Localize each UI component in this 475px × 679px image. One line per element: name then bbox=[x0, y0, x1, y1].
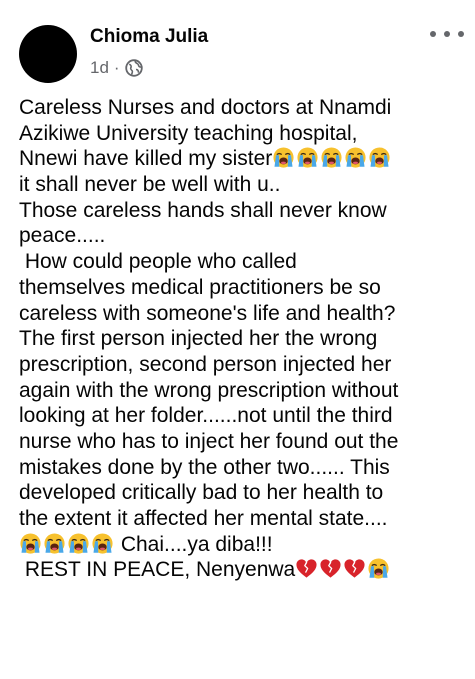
more-dot bbox=[430, 31, 436, 37]
crying-face-emoji bbox=[272, 146, 295, 169]
post-line-text: Nnewi have killed my sister bbox=[19, 147, 273, 171]
broken-heart-emoji bbox=[319, 557, 342, 580]
broken-heart-emoji bbox=[295, 557, 318, 580]
crying-face-emoji bbox=[344, 146, 367, 169]
author-name[interactable]: Chioma Julia bbox=[90, 25, 208, 49]
crying-face-emoji bbox=[67, 532, 90, 555]
post-line: themselves medical practitioners be so bbox=[19, 275, 381, 299]
post-line: Careless Nurses and doctors at Nnamdi bbox=[19, 96, 392, 119]
post-line: looking at her folder......not until the… bbox=[19, 404, 393, 428]
post-body: Careless Nurses and doctors at Nnamdi Az… bbox=[19, 95, 467, 583]
crying-face-emoji bbox=[43, 532, 66, 555]
post-line: Nnewi have killed my sister bbox=[19, 146, 467, 172]
post-meta: 1d · bbox=[90, 56, 143, 80]
avatar[interactable] bbox=[19, 25, 77, 83]
post-line: developed critically bad to her health t… bbox=[19, 481, 384, 505]
post-line: Those careless hands shall never know bbox=[19, 198, 387, 222]
post-line: mistakes done by the other two...... Thi… bbox=[19, 455, 390, 479]
post-line-text: Chai....ya diba!!! bbox=[115, 532, 273, 556]
post-line-text: REST IN PEACE, Nenyenwa bbox=[19, 558, 296, 582]
post-line: The first person injected her the wrong bbox=[19, 327, 378, 351]
crying-face-emoji bbox=[320, 146, 343, 169]
crying-face-emoji bbox=[91, 532, 114, 555]
crying-face-emoji bbox=[368, 146, 391, 169]
crying-face-emoji bbox=[367, 557, 390, 580]
post-line: again with the wrong prescription withou… bbox=[19, 378, 399, 402]
post-line: Azikiwe University teaching hospital, bbox=[19, 121, 358, 145]
crying-face-emoji bbox=[19, 532, 42, 555]
more-options-icon[interactable] bbox=[430, 26, 464, 42]
post-line: REST IN PEACE, Nenyenwa bbox=[19, 557, 467, 583]
post-line: prescription, second person injected her bbox=[19, 352, 392, 376]
post-line: careless with someone's life and health? bbox=[19, 301, 396, 325]
post-line: nurse who has to inject her found out th… bbox=[19, 429, 399, 453]
post-line: the extent it affected her mental state.… bbox=[19, 507, 388, 530]
more-dot bbox=[444, 31, 450, 37]
globe-icon[interactable] bbox=[124, 59, 143, 77]
facebook-post: Chioma Julia 1d · Careless Nurses and do… bbox=[0, 0, 475, 679]
meta-separator: · bbox=[113, 58, 120, 77]
more-dot bbox=[458, 31, 464, 37]
post-line: Chai....ya diba!!! bbox=[19, 532, 467, 558]
broken-heart-emoji bbox=[343, 557, 366, 580]
post-time[interactable]: 1d bbox=[90, 58, 109, 78]
post-line: peace..... bbox=[19, 224, 106, 248]
crying-face-emoji bbox=[296, 146, 319, 169]
post-line: it shall never be well with u.. bbox=[19, 173, 281, 197]
post-line: How could people who called bbox=[19, 250, 297, 274]
